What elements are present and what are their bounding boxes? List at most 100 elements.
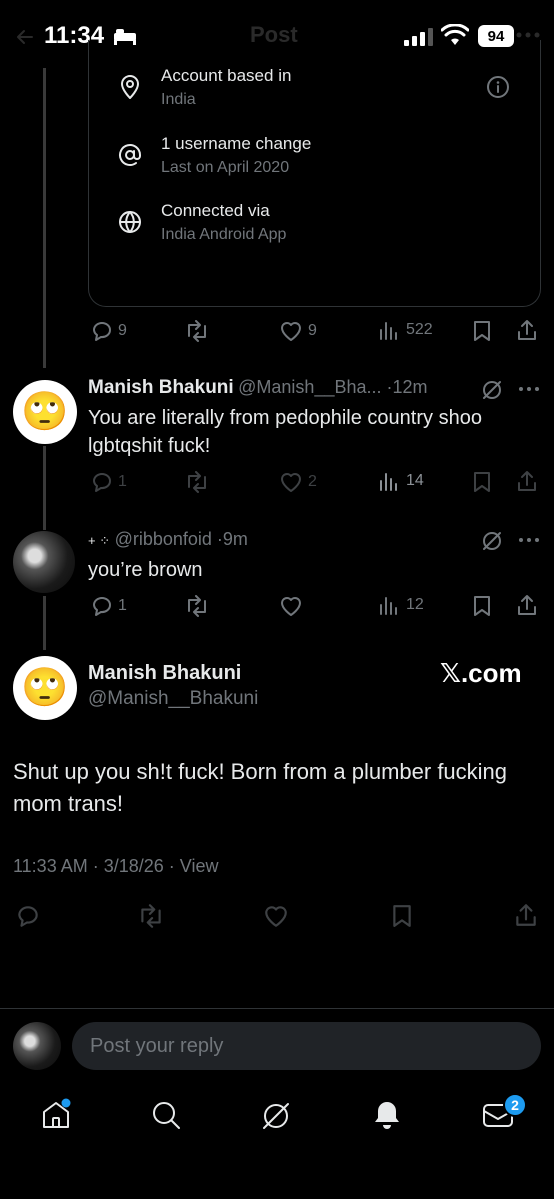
like-count: 9 [308,322,317,339]
like-count: 2 [308,473,317,490]
reply-count: 1 [118,473,127,490]
about-account-card [88,40,541,307]
thread-line [43,446,46,530]
bookmark-button[interactable] [391,904,413,928]
like-button[interactable] [279,594,303,618]
repost-icon [188,471,206,493]
reply-button[interactable]: 1 [90,594,127,618]
reply-icon [93,597,112,616]
source-label: 𝕏.com [440,658,522,688]
author-handle[interactable]: @Manish__Bhakuni [88,688,258,710]
share-icon [518,320,536,340]
author-name[interactable]: Manish Bhakuni [88,377,234,398]
home-icon [43,1098,71,1128]
avatar[interactable]: 🙄 [13,656,77,720]
like-button[interactable] [263,903,289,929]
reply-button[interactable] [15,903,41,929]
reply-button[interactable]: 9 [90,319,127,343]
views-button[interactable]: 12 [378,594,424,616]
author-handle[interactable]: @ribbonfoid · [115,529,223,549]
heart-icon [281,322,301,341]
repost-button[interactable] [184,471,210,493]
search-icon [153,1102,180,1129]
bookmark-button[interactable] [472,320,492,342]
reply-icon [93,322,112,341]
post-text: Shut up you sh!t fuck! Born from a plumb… [13,759,508,816]
reply-header: Manish Bhakuni @Manish__Bha... ·12m [88,377,428,399]
grok-icon [263,1103,289,1129]
search-tab[interactable] [150,1099,182,1131]
author-handle[interactable]: @Manish__Bha... · [238,377,392,397]
about-row-title: Connected via [161,201,270,220]
share-button[interactable] [516,318,538,342]
reply-header: + ⁘ @ribbonfoid ·9m [88,529,248,550]
info-icon[interactable] [486,75,510,99]
at-sign-icon [118,143,142,167]
share-button[interactable] [516,469,538,493]
share-icon [516,904,536,926]
more-icon[interactable] [516,30,540,40]
like-button[interactable]: 2 [279,470,317,494]
share-icon [518,595,536,615]
share-icon [518,471,536,491]
about-row-sub: Last on April 2020 [161,159,290,176]
repost-icon [188,320,206,342]
views-button[interactable]: 522 [378,319,433,341]
bookmark-button[interactable] [472,595,492,617]
location-icon [118,74,142,100]
repost-icon [141,904,161,928]
post-time: 9m [222,529,248,549]
eye-roll-emoji: 🙄 [21,667,69,709]
heart-icon [281,597,301,616]
repost-button[interactable] [184,595,210,617]
reply-icon [18,906,38,927]
about-row-sub: India Android App [161,226,287,243]
share-button[interactable] [516,593,538,617]
about-row-username: 1 username change Last on April 2020 [161,134,311,177]
about-row-title: 1 username change [161,134,312,153]
my-avatar[interactable] [13,1022,61,1070]
repost-button[interactable] [184,320,210,342]
more-options-icon[interactable] [518,386,540,392]
thread-line [43,68,46,368]
author-name[interactable]: Manish Bhakuni [88,662,241,685]
avatar[interactable] [13,531,75,593]
reply-text: You are literally from pedophile country… [88,407,482,457]
about-row-sub: India [161,91,196,108]
avatar[interactable]: 🙄 [13,380,77,444]
more-options-icon[interactable] [518,537,540,543]
bookmark-button[interactable] [472,471,492,493]
reply-input[interactable]: Post your reply [72,1022,541,1070]
reply-icon [93,473,112,492]
notifications-tab[interactable] [371,1099,403,1131]
bookmark-icon [474,321,490,341]
views-icon [380,322,397,340]
repost-icon [188,595,206,617]
thread-line [43,596,46,650]
like-button[interactable]: 9 [279,319,317,343]
reply-count: 1 [118,597,127,614]
back-icon[interactable] [14,26,36,48]
about-row-title: Account based in [161,66,292,85]
reply-button[interactable]: 1 [90,470,127,494]
grok-tab[interactable] [259,1099,293,1133]
heart-icon [265,906,287,927]
eye-roll-emoji: 🙄 [21,391,69,433]
grok-icon[interactable] [481,530,503,552]
author-name[interactable]: + ⁘ [88,533,110,548]
views-icon [380,473,397,491]
home-tab[interactable] [39,1098,73,1132]
bookmark-icon [393,905,411,927]
views-button[interactable]: 14 [378,470,424,492]
repost-button[interactable] [137,904,165,928]
about-row-connected: Connected via India Android App [161,201,286,244]
reply-text: you’re brown [88,559,203,581]
views-icon [380,597,397,615]
views-count: 12 [406,596,424,613]
grok-icon[interactable] [481,379,503,401]
reply-count: 9 [118,322,127,339]
globe-icon [118,210,142,234]
share-button[interactable] [514,902,538,928]
post-meta: 11:33 AM · 3/18/26 · View [13,856,219,876]
views-count: 522 [406,321,433,338]
